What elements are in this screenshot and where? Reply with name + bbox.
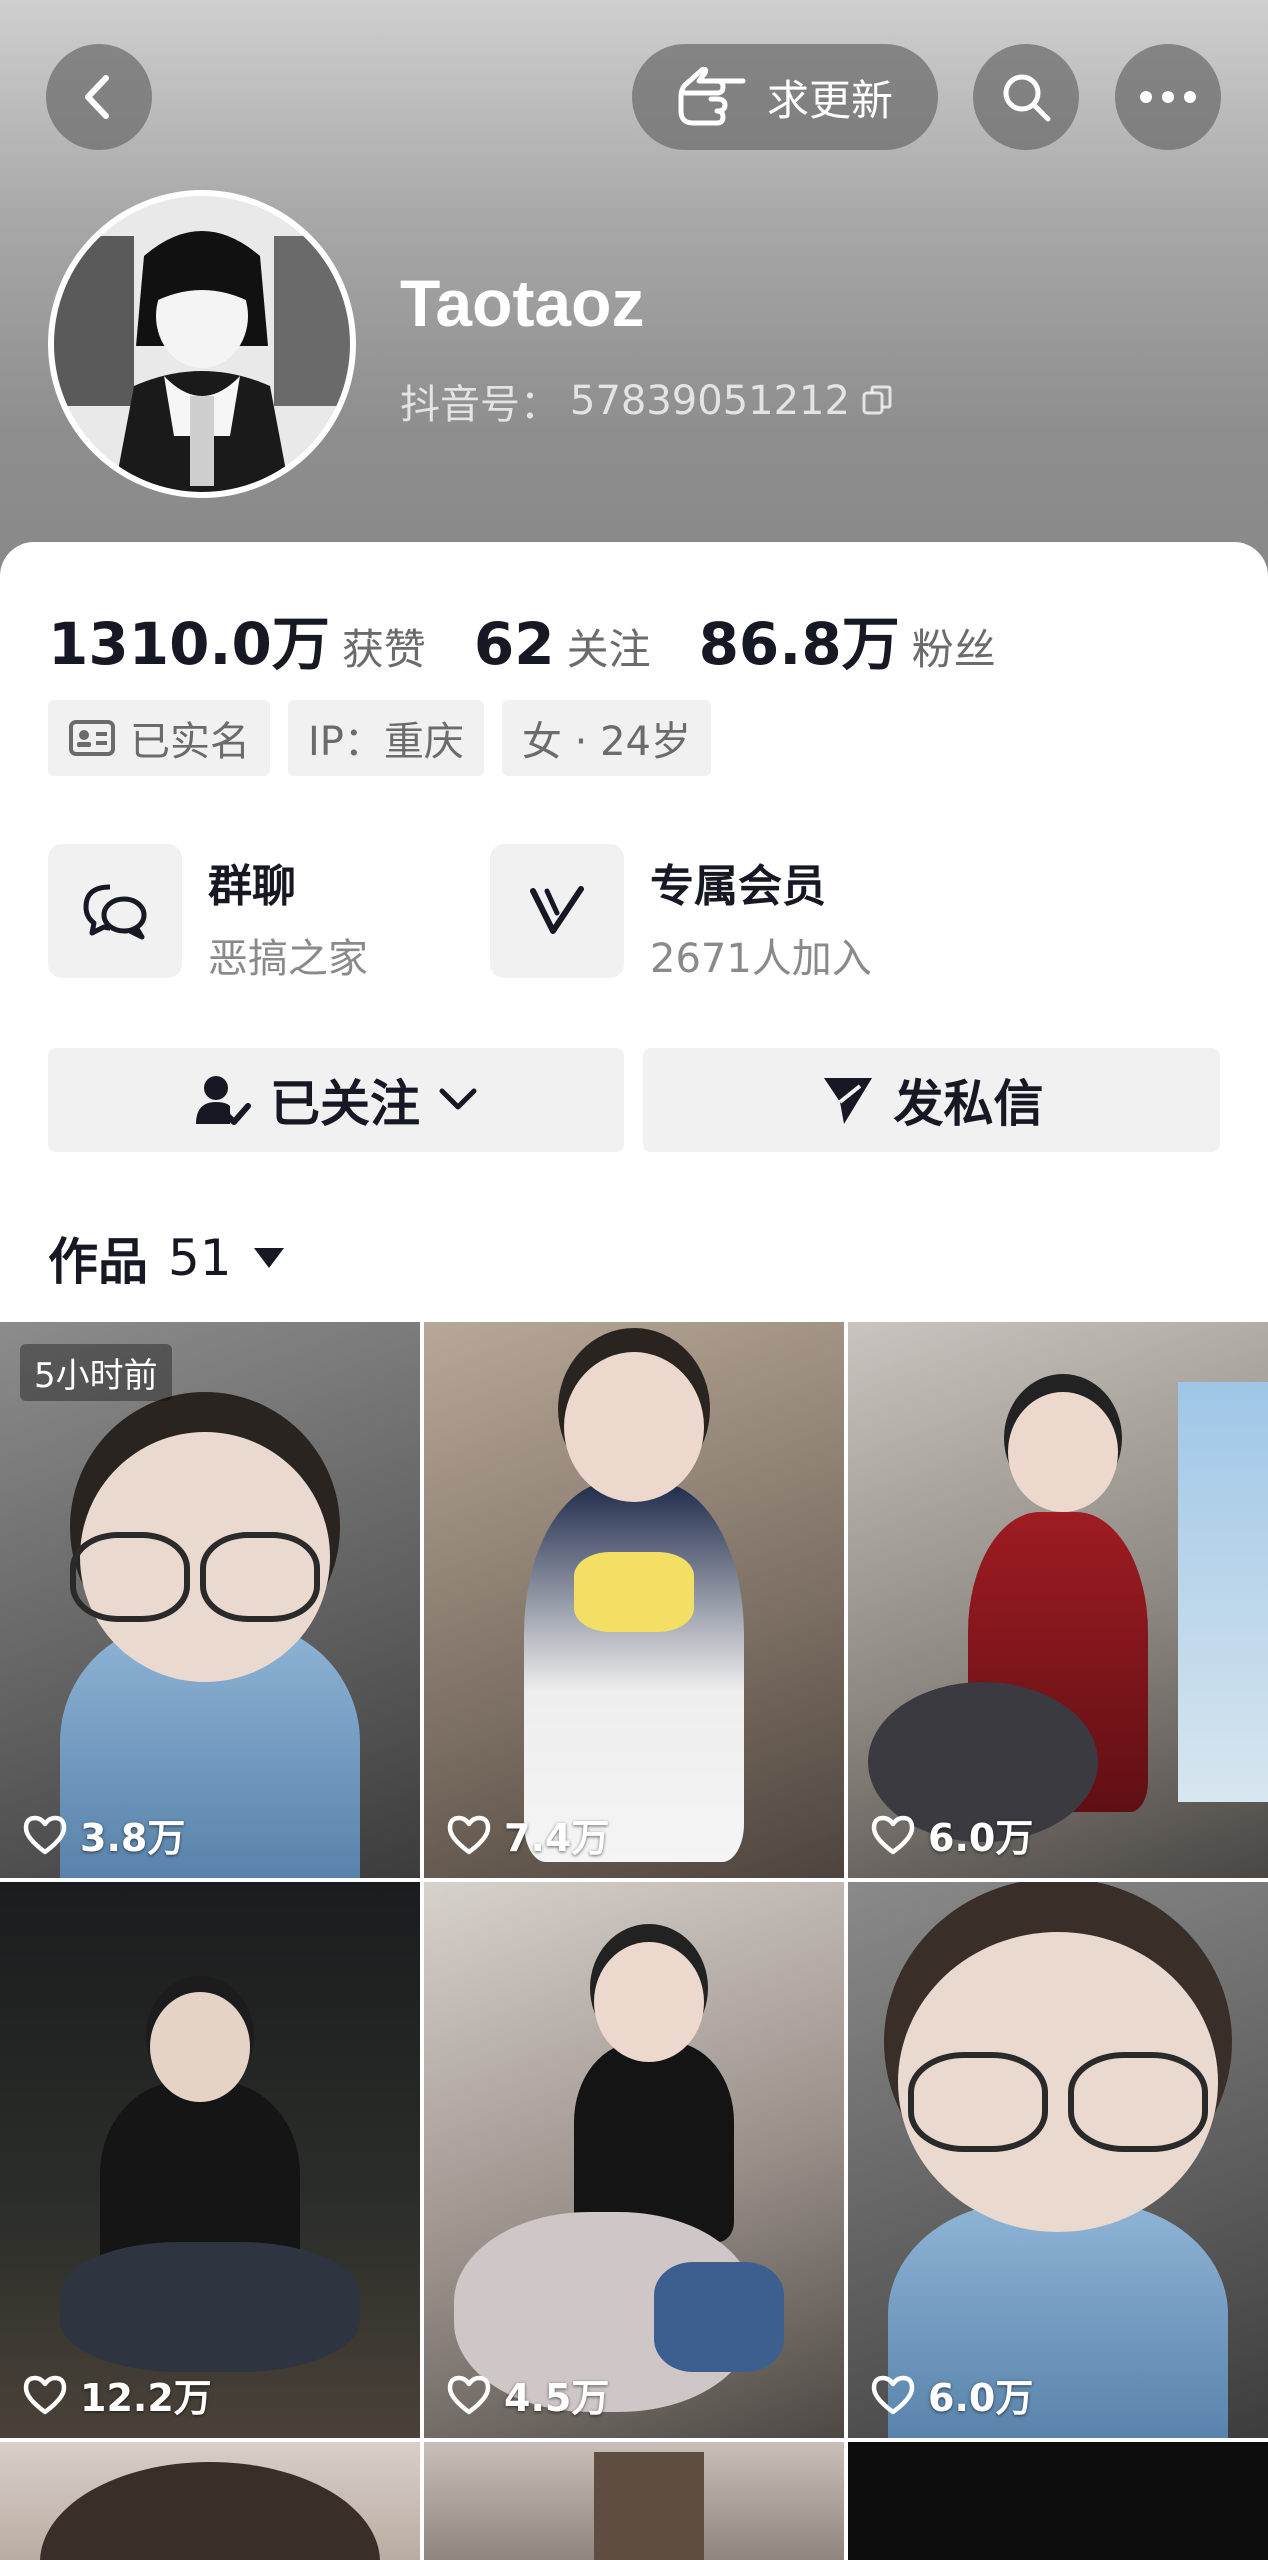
group-chat-icon-box (48, 844, 182, 978)
heart-icon (871, 2375, 915, 2414)
copy-icon[interactable] (860, 383, 896, 419)
chat-bubbles-icon (83, 884, 147, 940)
chevron-down-icon (439, 1088, 477, 1110)
heart-icon (23, 1815, 67, 1854)
video-tile[interactable] (0, 2442, 420, 2560)
ip-tag: IP：重庆 (288, 700, 484, 776)
following-count[interactable]: 62 (474, 610, 555, 678)
video-thumbnail-face (564, 1352, 704, 1502)
like-count: 6.0万 (870, 1807, 1033, 1862)
like-count: 6.0万 (870, 2367, 1033, 2422)
video-tile[interactable]: 12.2万 (0, 1882, 420, 2438)
like-count: 12.2万 (22, 2367, 212, 2422)
heart-icon (447, 2375, 491, 2414)
group-chat-entry[interactable]: 群聊 恶搞之家 (48, 844, 368, 984)
membership-icon-box (490, 844, 624, 978)
works-label: 作品 (48, 1233, 148, 1291)
like-count-value: 6.0万 (928, 1816, 1034, 1860)
douyin-id[interactable]: 抖音号： 57839051212 (400, 372, 896, 430)
video-thumbnail-face (594, 1942, 704, 2062)
heart-icon (447, 1815, 491, 1854)
user-check-icon (196, 1076, 251, 1125)
avatar-illustration (54, 196, 350, 492)
video-tile[interactable] (424, 2442, 844, 2560)
message-button[interactable]: 发私信 (643, 1048, 1220, 1152)
group-chat-title: 群聊 (208, 861, 296, 912)
following-button[interactable]: 已关注 (48, 1048, 624, 1152)
followers-count[interactable]: 86.8万 (699, 597, 900, 681)
likes-label: 获赞 (341, 625, 426, 674)
request-update-button[interactable]: 求更新 (632, 44, 938, 150)
following-button-label: 已关注 (270, 1075, 420, 1133)
douyin-id-value: 57839051212 (570, 378, 850, 424)
stats-row: 1310.0万 获赞 62 关注 86.8万 粉丝 (48, 597, 1044, 681)
v-member-icon (530, 886, 584, 934)
following-label[interactable]: 关注 (567, 616, 651, 677)
video-tile[interactable]: 5小时前 3.8万 (0, 1322, 420, 1878)
membership-title: 专属会员 (650, 861, 826, 912)
heart-icon (871, 1815, 915, 1854)
douyin-id-label: 抖音号： (400, 382, 560, 428)
like-count-value: 3.8万 (80, 1816, 186, 1860)
caret-down-icon[interactable] (252, 1246, 286, 1270)
video-thumbnail-figure (524, 1482, 744, 1862)
like-count-value: 12.2万 (80, 2376, 212, 2420)
message-button-label: 发私信 (893, 1075, 1044, 1133)
nickname: Taotaoz (400, 266, 645, 340)
like-count: 4.5万 (446, 2367, 609, 2422)
followers-label[interactable]: 粉丝 (912, 616, 996, 677)
ip-label: IP：重庆 (308, 719, 464, 765)
membership-count: 2671人加入 (650, 936, 872, 982)
like-count-value: 4.5万 (504, 2376, 610, 2420)
more-icon (1140, 91, 1196, 103)
request-update-label: 求更新 (766, 75, 893, 125)
profile-tags: 已实名 IP：重庆 女 · 24岁 (48, 700, 711, 776)
likes-count: 1310.0万 (48, 610, 330, 678)
like-count-value: 6.0万 (928, 2376, 1034, 2420)
avatar[interactable] (48, 190, 356, 498)
more-button[interactable] (1115, 44, 1221, 150)
pointing-hand-icon (678, 67, 746, 126)
back-icon (85, 75, 109, 119)
video-thumbnail-face (1008, 1392, 1118, 1512)
membership-entry[interactable]: 专属会员 2671人加入 (490, 844, 872, 984)
works-tab[interactable]: 作品 51 (48, 1222, 286, 1294)
like-count: 3.8万 (22, 1807, 185, 1862)
group-chat-name: 恶搞之家 (208, 936, 368, 982)
time-badge: 5小时前 (20, 1344, 172, 1401)
heart-icon (23, 2375, 67, 2414)
id-card-icon (69, 720, 115, 756)
back-button[interactable] (46, 44, 152, 150)
verified-tag: 已实名 (48, 700, 270, 776)
video-thumbnail-face (150, 1992, 250, 2102)
like-count: 7.4万 (446, 1807, 609, 1862)
video-tile[interactable]: 4.5万 (424, 1882, 844, 2438)
profile-header: 求更新 Taotaoz 抖音号： 57839051212 (0, 0, 1268, 600)
works-count: 51 (168, 1229, 232, 1287)
video-tile[interactable]: 6.0万 (848, 1322, 1268, 1878)
like-count-value: 7.4万 (504, 1816, 610, 1860)
video-tile[interactable]: 6.0万 (848, 1882, 1268, 2438)
search-icon (1003, 74, 1051, 122)
send-icon (823, 1078, 872, 1124)
video-tile[interactable]: 7.4万 (424, 1322, 844, 1878)
search-button[interactable] (973, 44, 1079, 150)
gender-age-tag: 女 · 24岁 (501, 700, 711, 776)
gender-age-label: 女 · 24岁 (521, 719, 691, 765)
verified-label: 已实名 (130, 719, 250, 765)
video-tile[interactable] (848, 2442, 1268, 2560)
